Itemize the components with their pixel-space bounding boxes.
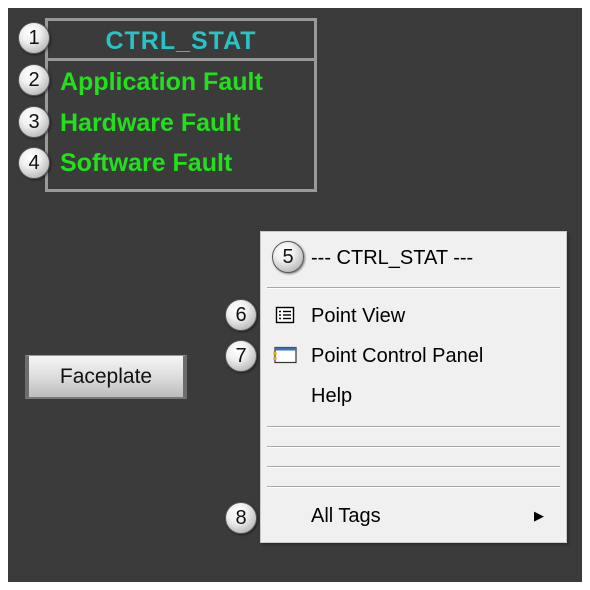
application-fault-label: Application Fault <box>60 68 263 96</box>
menu-item-point-view[interactable]: Point View <box>261 298 566 334</box>
menu-item-point-view-label: Point View <box>311 305 406 327</box>
menu-item-point-control-panel[interactable]: Point Control Panel <box>261 338 566 374</box>
callout-5: 5 <box>272 241 304 273</box>
callout-6: 6 <box>225 299 257 331</box>
menu-separator <box>267 287 560 289</box>
point-control-panel-icon <box>273 346 297 364</box>
menu-separator <box>267 466 560 468</box>
context-menu-title: --- CTRL_STAT --- <box>261 240 566 276</box>
callout-7: 7 <box>225 340 257 372</box>
submenu-arrow-icon: ▶ <box>534 508 544 523</box>
callout-8: 8 <box>225 502 257 534</box>
callout-1: 1 <box>18 22 50 54</box>
point-view-icon <box>275 306 295 324</box>
menu-separator <box>267 426 560 428</box>
faceplate-button[interactable]: Faceplate <box>25 355 187 399</box>
menu-separator <box>267 446 560 448</box>
ctrl-stat-title: CTRL_STAT <box>48 21 314 61</box>
ctrl-stat-panel: CTRL_STAT Application Fault Hardware Fau… <box>45 18 317 192</box>
menu-separator <box>267 486 560 488</box>
callout-3: 3 <box>18 106 50 138</box>
context-menu: --- CTRL_STAT --- Point View Point Contr… <box>260 231 567 543</box>
menu-item-all-tags-label: All Tags <box>311 505 381 527</box>
callout-4: 4 <box>18 147 50 179</box>
context-menu-title-label: --- CTRL_STAT --- <box>311 247 474 269</box>
hardware-fault-label: Hardware Fault <box>60 109 241 137</box>
menu-item-point-control-panel-label: Point Control Panel <box>311 345 484 367</box>
menu-item-all-tags[interactable]: All Tags ▶ <box>261 498 566 534</box>
callout-2: 2 <box>18 64 50 96</box>
menu-item-help-label: Help <box>311 385 353 407</box>
menu-item-help[interactable]: Help <box>261 378 566 414</box>
software-fault-label: Software Fault <box>60 149 233 177</box>
